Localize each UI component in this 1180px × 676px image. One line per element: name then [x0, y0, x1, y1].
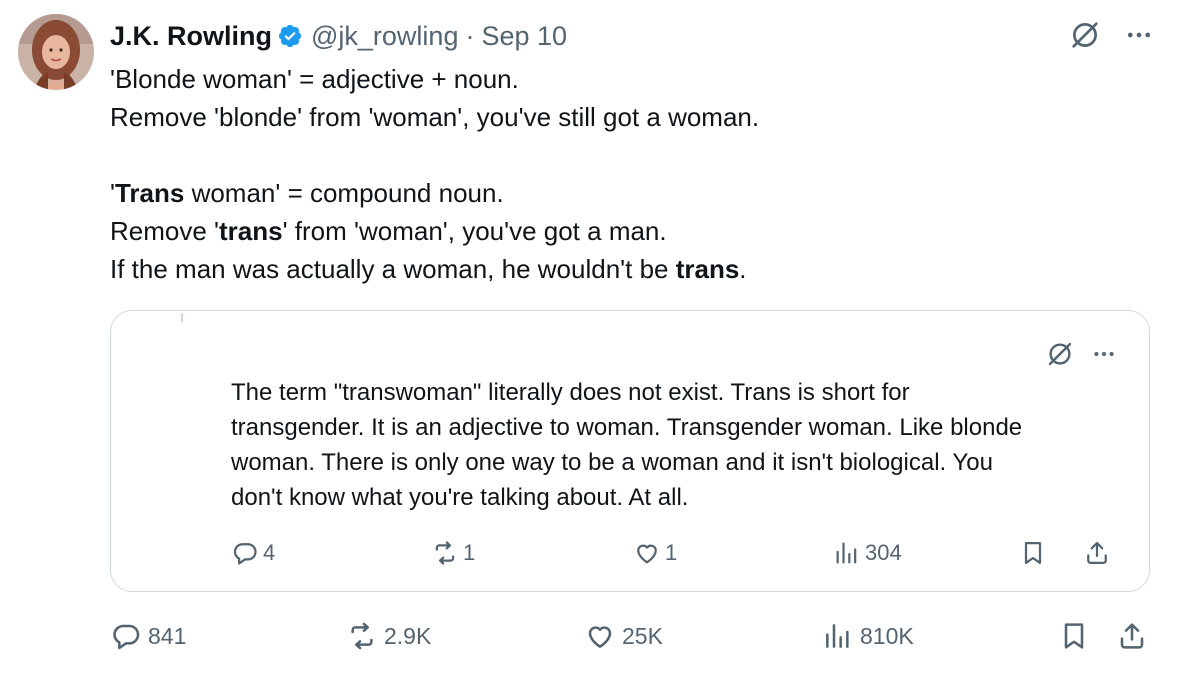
grok-icon[interactable]: [1068, 18, 1102, 52]
reply-button[interactable]: 841: [110, 618, 186, 654]
tweet-date[interactable]: Sep 10: [481, 21, 567, 52]
quoted-like-count: 1: [665, 540, 678, 565]
quoted-like-button[interactable]: 1: [633, 537, 677, 569]
quoted-reply-button[interactable]: 4: [231, 537, 275, 569]
more-icon[interactable]: [1124, 20, 1154, 50]
tweet-line-4: 'Trans woman' = compound noun.: [110, 178, 504, 208]
view-count: 810K: [860, 622, 914, 649]
views-icon: [836, 542, 857, 564]
tweet-top-actions: [1068, 18, 1154, 52]
reply-icon: [113, 624, 140, 650]
quoted-line-2: transgender. It is an adjective to woman…: [231, 414, 1023, 441]
quoted-repost-count: 1: [463, 540, 476, 565]
quoted-tweet-actions: [1045, 339, 1117, 369]
like-count: 25K: [622, 622, 663, 649]
bold-trans: Trans: [114, 178, 185, 208]
like-button[interactable]: 25K: [584, 618, 663, 654]
quoted-repost-button[interactable]: 1: [431, 537, 475, 569]
quoted-line-1: The term "transwoman" literally does not…: [231, 379, 910, 406]
repost-count: 2.9K: [384, 622, 432, 649]
tweet-line-2: Remove 'blonde' from 'woman', you've sti…: [110, 102, 760, 132]
reply-count: 841: [148, 622, 187, 649]
quoted-line-4: don't know what you're talking about. At…: [231, 484, 689, 511]
avatar-photo: [18, 14, 94, 90]
quoted-tweet[interactable]: The term "transwoman" literally does not…: [110, 310, 1150, 592]
more-icon[interactable]: [1091, 341, 1117, 367]
tweet-line-5: Remove 'trans' from 'woman', you've got …: [110, 216, 667, 246]
quoted-views[interactable]: 304: [833, 537, 902, 569]
avatar[interactable]: [18, 14, 94, 90]
bold-trans: trans: [219, 216, 283, 246]
tweet-header: J.K. Rowling @jk_rowling · Sep 10: [110, 18, 567, 54]
tweet-text: 'Blonde woman' = adjective + noun. Remov…: [110, 60, 1150, 288]
bookmark-icon: [1024, 541, 1042, 565]
bold-trans: trans: [675, 254, 740, 284]
tweet-line-1: 'Blonde woman' = adjective + noun.: [110, 64, 519, 94]
quoted-bookmark-button[interactable]: [1019, 537, 1051, 569]
quoted-tweet-metrics: 4 1 1 304: [231, 537, 1119, 569]
quoted-line-3: woman. There is only one way to be a wom…: [231, 449, 993, 476]
quoted-view-count: 304: [865, 540, 902, 565]
quoted-tweet-text: The term "transwoman" literally does not…: [231, 375, 1131, 515]
repost-button[interactable]: 2.9K: [346, 618, 431, 654]
tweet-metrics: 841 2.9K 25K 810K: [110, 618, 1150, 654]
bookmark-icon: [1064, 623, 1084, 649]
author-name[interactable]: J.K. Rowling: [110, 21, 272, 52]
share-icon: [1087, 541, 1107, 565]
repost-icon: [351, 622, 373, 650]
heart-icon: [637, 544, 657, 564]
repost-icon: [435, 541, 455, 565]
share-button[interactable]: [1116, 618, 1154, 654]
quoted-reply-count: 4: [263, 540, 276, 565]
grok-icon[interactable]: [1045, 339, 1075, 369]
heart-icon: [588, 626, 612, 648]
share-icon: [1120, 623, 1144, 649]
views-icon: [826, 624, 849, 648]
quoted-share-button[interactable]: [1083, 537, 1115, 569]
author-handle[interactable]: @jk_rowling: [311, 21, 458, 52]
views-button[interactable]: 810K: [822, 618, 914, 654]
verified-badge-icon: [278, 24, 302, 48]
bookmark-button[interactable]: [1058, 618, 1096, 654]
separator-dot: ·: [465, 20, 475, 51]
reply-icon: [233, 543, 257, 565]
tweet-line-6: If the man was actually a woman, he woul…: [110, 254, 747, 284]
quote-thread-tick: [181, 313, 183, 322]
